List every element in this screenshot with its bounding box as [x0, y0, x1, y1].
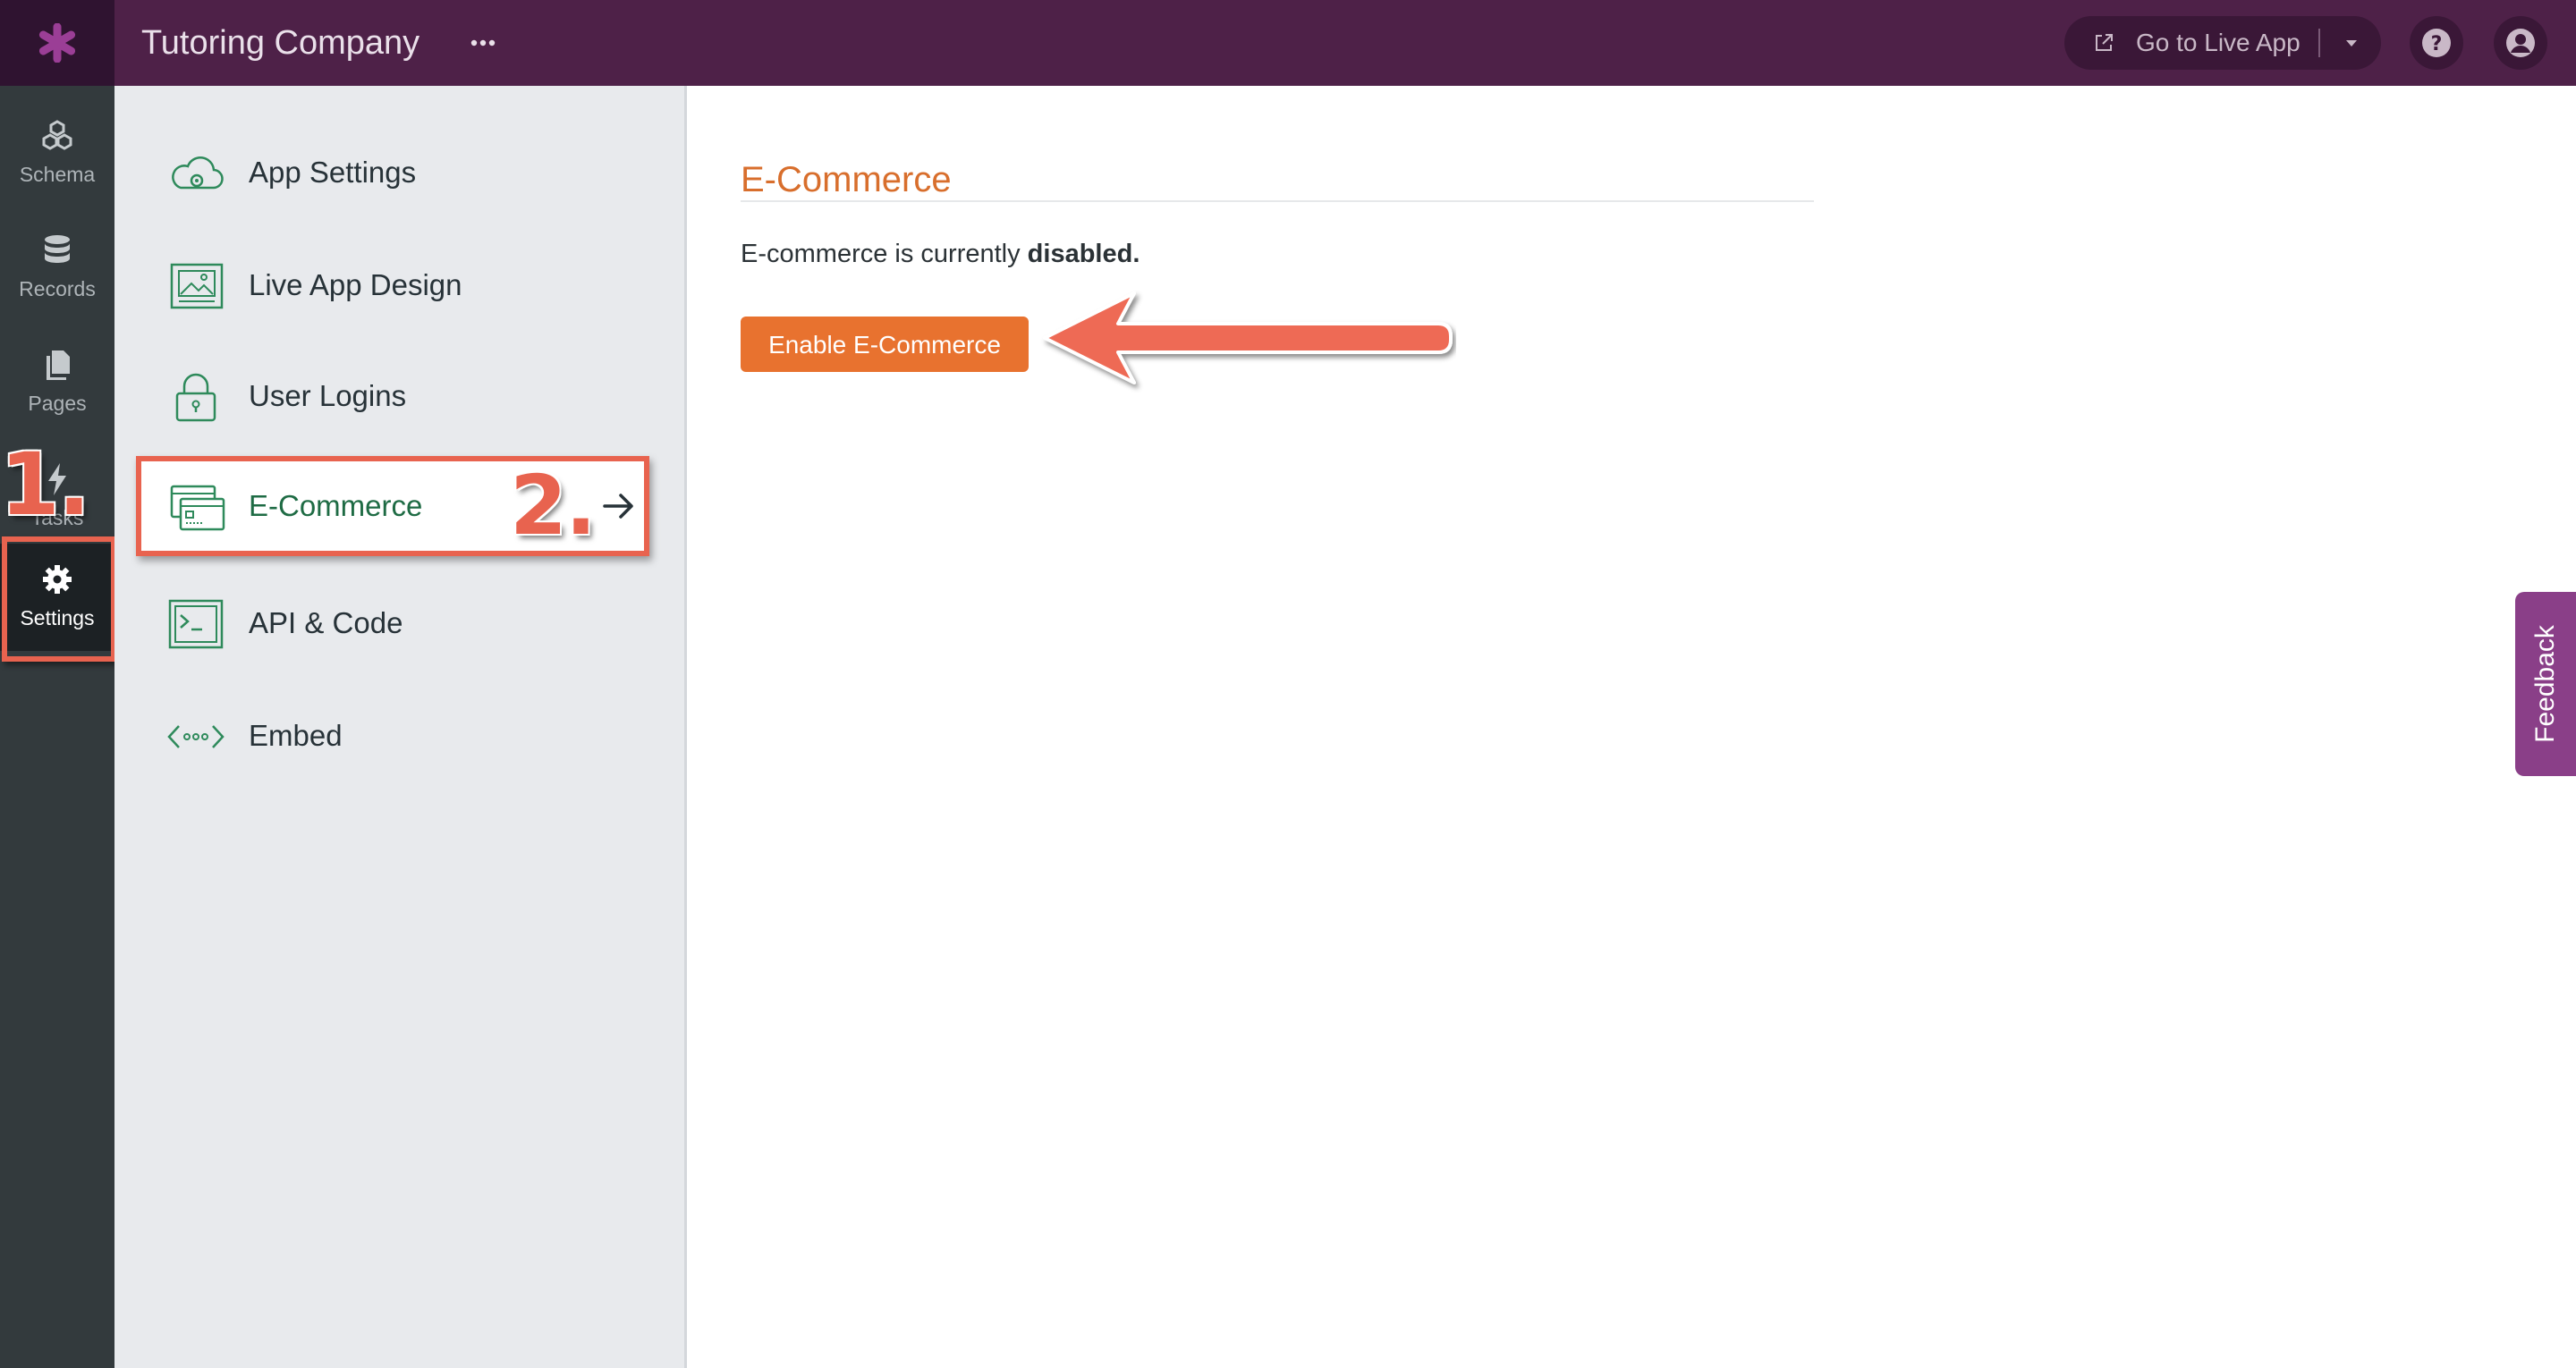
menu-label-live-app-design: Live App Design	[249, 268, 462, 301]
menu-item-api-code[interactable]: API & Code	[114, 583, 651, 663]
button-divider	[2318, 29, 2320, 57]
arrow-right-icon	[603, 494, 633, 519]
pages-icon	[47, 350, 70, 380]
rail-label-records: Records	[19, 277, 96, 300]
main-content: E-Commerce E-commerce is currently disab…	[687, 86, 2576, 1368]
asterisk-logo-icon	[38, 23, 76, 63]
menu-label-user-logins: User Logins	[249, 379, 407, 412]
menu-item-live-app-design[interactable]: Live App Design	[114, 245, 651, 325]
menu-label-app-settings: App Settings	[249, 156, 417, 189]
annotation-step-2: 2.	[510, 458, 597, 553]
credit-card-icon	[170, 485, 225, 531]
status-prefix: E-commerce is currently	[741, 240, 1028, 268]
cloud-gear-icon	[172, 156, 224, 190]
feedback-tab[interactable]: Feedback	[2515, 592, 2576, 776]
ecommerce-status: E-commerce is currently disabled.	[741, 240, 1140, 269]
go-to-live-app-label: Go to Live App	[2136, 29, 2301, 56]
go-to-live-app-button[interactable]: Go to Live App	[2064, 16, 2381, 70]
external-link-icon	[2096, 34, 2113, 51]
help-button[interactable]: ?	[2410, 16, 2463, 70]
main-nav-rail: Schema Records Pages Tasks Settings	[0, 86, 114, 1368]
page-title: E-Commerce	[741, 159, 952, 199]
app-title[interactable]: Tutoring Company	[141, 20, 419, 66]
enable-ecommerce-button[interactable]: Enable E-Commerce	[741, 317, 1029, 372]
rail-label-schema: Schema	[19, 163, 96, 186]
terminal-icon	[168, 599, 224, 649]
lock-icon	[175, 373, 216, 422]
top-bar: Tutoring Company Go to Live App ?	[0, 0, 2576, 86]
cubes-icon	[42, 120, 72, 150]
image-icon	[170, 263, 224, 309]
rail-item-schema[interactable]: Schema	[0, 100, 114, 207]
menu-item-embed[interactable]: Embed	[114, 696, 651, 776]
svg-text:?: ?	[2431, 33, 2443, 55]
rail-item-records[interactable]: Records	[0, 215, 114, 322]
menu-label-embed: Embed	[249, 719, 343, 752]
database-icon	[45, 235, 70, 263]
menu-item-user-logins[interactable]: User Logins	[114, 356, 651, 436]
status-value: disabled.	[1027, 240, 1140, 268]
app-logo[interactable]	[0, 0, 114, 86]
user-avatar-icon	[2506, 29, 2535, 57]
feedback-label: Feedback	[2530, 625, 2560, 743]
menu-label-api-code: API & Code	[249, 606, 403, 639]
user-account-button[interactable]	[2494, 16, 2547, 70]
question-circle-icon: ?	[2422, 29, 2451, 57]
menu-label-e-commerce: E-Commerce	[249, 489, 423, 522]
annotation-arrow-icon	[1043, 291, 1453, 384]
chevron-down-icon[interactable]	[2343, 36, 2360, 50]
rail-item-pages[interactable]: Pages	[0, 329, 114, 436]
embed-icon	[167, 725, 225, 748]
title-divider	[741, 200, 1814, 202]
menu-item-app-settings[interactable]: App Settings	[114, 132, 651, 213]
ellipsis-icon[interactable]	[467, 27, 499, 59]
annotation-highlight-settings	[2, 536, 116, 662]
rail-label-pages: Pages	[28, 392, 87, 415]
annotation-step-1: 1.	[0, 435, 90, 535]
